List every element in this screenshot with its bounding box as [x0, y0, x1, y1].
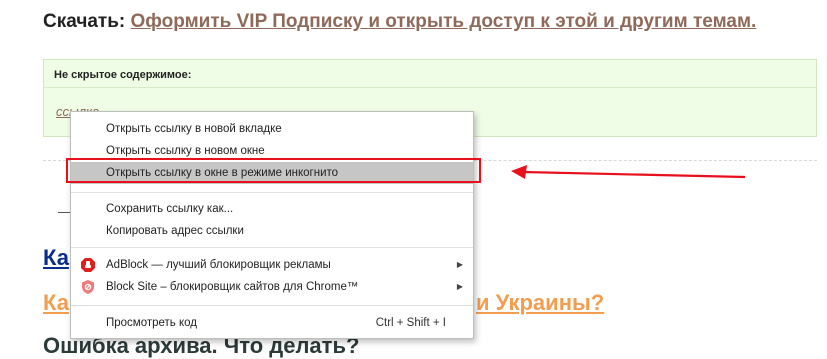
article-orange-link-tail[interactable]: и Украины?	[476, 290, 604, 316]
hidden-content-header: Не скрытое содержимое:	[44, 60, 816, 88]
blocksite-icon	[82, 280, 94, 294]
vip-subscription-link[interactable]: Оформить VIP Подписку и открыть доступ к…	[131, 11, 757, 32]
menu-separator	[71, 247, 473, 248]
menu-item-label: Копировать адрес ссылки	[106, 225, 244, 237]
adblock-icon	[81, 258, 95, 272]
red-arrow-annotation	[511, 165, 746, 179]
menu-copy-link-address[interactable]: Копировать адрес ссылки	[71, 220, 473, 242]
menu-separator	[71, 192, 473, 193]
article-heading-link[interactable]: Ка	[43, 245, 71, 271]
download-line: Скачать: Оформить VIP Подписку и открыть…	[43, 11, 756, 33]
menu-item-label: Просмотреть код	[106, 317, 198, 329]
menu-item-label: Открыть ссылку в новой вкладке	[106, 123, 282, 135]
menu-block-site[interactable]: Block Site – блокировщик сайтов для Chro…	[71, 276, 473, 298]
menu-open-new-tab[interactable]: Открыть ссылку в новой вкладке	[71, 118, 473, 140]
menu-save-link-as[interactable]: Сохранить ссылку как...	[71, 198, 473, 220]
menu-item-label: AdBlock — лучший блокировщик рекламы	[106, 259, 331, 271]
menu-shortcut: Ctrl + Shift + I	[375, 317, 446, 329]
submenu-arrow-icon: ▶	[456, 260, 463, 269]
menu-inspect[interactable]: Просмотреть код Ctrl + Shift + I	[71, 312, 473, 334]
menu-item-label: Сохранить ссылку как...	[106, 203, 234, 215]
article-orange-link[interactable]: Ка	[43, 290, 71, 316]
submenu-arrow-icon: ▶	[456, 282, 463, 291]
download-label: Скачать:	[43, 11, 126, 32]
context-menu: Открыть ссылку в новой вкладке Открыть с…	[70, 111, 474, 339]
highlight-annotation-box	[66, 158, 481, 183]
menu-item-label: Открыть ссылку в новом окне	[106, 145, 265, 157]
menu-item-label: Block Site – блокировщик сайтов для Chro…	[106, 281, 359, 293]
menu-adblock[interactable]: AdBlock — лучший блокировщик рекламы ▶	[71, 254, 473, 276]
menu-separator	[71, 305, 473, 306]
